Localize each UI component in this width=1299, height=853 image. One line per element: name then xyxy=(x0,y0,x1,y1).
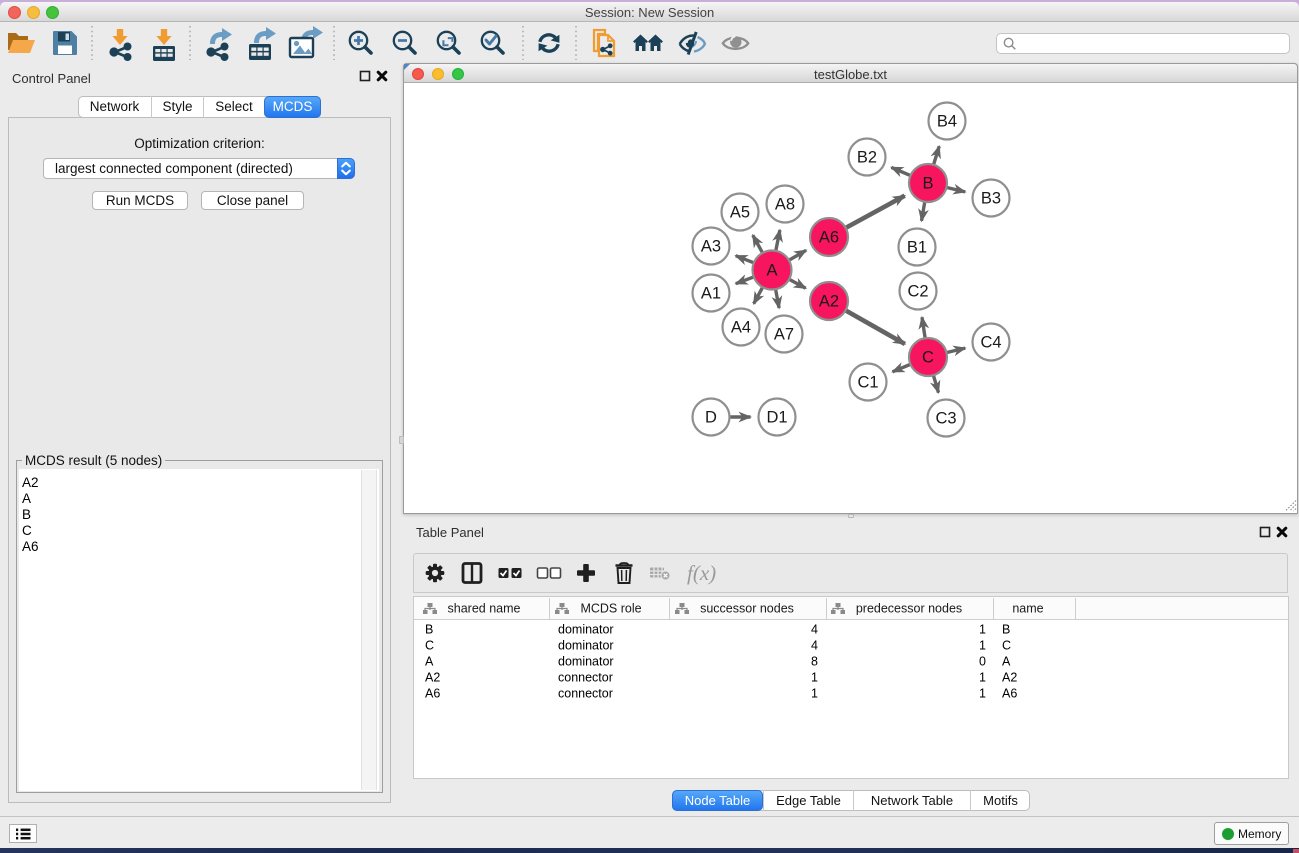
svg-text:C2: C2 xyxy=(907,283,928,301)
svg-text:A5: A5 xyxy=(730,204,750,222)
svg-text:B2: B2 xyxy=(857,149,877,167)
svg-text:B: B xyxy=(1002,623,1010,637)
svg-text:A7: A7 xyxy=(774,326,794,344)
svg-text:A1: A1 xyxy=(701,285,721,303)
svg-text:1: 1 xyxy=(979,623,986,637)
svg-text:A: A xyxy=(1002,655,1011,669)
svg-text:B: B xyxy=(922,175,933,193)
svg-text:name: name xyxy=(1012,602,1043,616)
svg-text:B4: B4 xyxy=(937,113,957,131)
svg-text:dominator: dominator xyxy=(558,623,614,637)
svg-text:f(x): f(x) xyxy=(687,561,716,585)
svg-text:connector: connector xyxy=(558,687,613,701)
svg-text:A2: A2 xyxy=(819,293,839,311)
svg-text:A2: A2 xyxy=(425,671,440,685)
svg-text:1: 1 xyxy=(979,687,986,701)
svg-text:C: C xyxy=(922,349,934,367)
svg-text:1: 1 xyxy=(979,639,986,653)
svg-text:A2: A2 xyxy=(1002,671,1017,685)
svg-text:0: 0 xyxy=(979,655,986,669)
svg-text:B1: B1 xyxy=(907,239,927,257)
svg-text:A: A xyxy=(766,262,777,280)
svg-text:A6: A6 xyxy=(425,687,440,701)
svg-text:A6: A6 xyxy=(1002,687,1017,701)
svg-text:B: B xyxy=(425,623,433,637)
svg-text:C: C xyxy=(1002,639,1011,653)
svg-text:A4: A4 xyxy=(731,319,751,337)
svg-text:C: C xyxy=(425,639,434,653)
svg-text:C3: C3 xyxy=(935,410,956,428)
svg-text:A3: A3 xyxy=(701,238,721,256)
svg-text:1: 1 xyxy=(811,687,818,701)
svg-text:A8: A8 xyxy=(775,196,795,214)
svg-text:1: 1 xyxy=(979,671,986,685)
svg-text:C4: C4 xyxy=(980,334,1001,352)
svg-text:predecessor nodes: predecessor nodes xyxy=(856,602,962,616)
svg-text:D: D xyxy=(705,409,717,427)
svg-text:C1: C1 xyxy=(857,374,878,392)
svg-text:4: 4 xyxy=(811,623,818,637)
svg-text:B3: B3 xyxy=(981,190,1001,208)
svg-text:A: A xyxy=(425,655,434,669)
svg-text:1: 1 xyxy=(811,671,818,685)
svg-text:MCDS role: MCDS role xyxy=(580,602,641,616)
svg-text:D1: D1 xyxy=(766,409,787,427)
svg-text:dominator: dominator xyxy=(558,639,614,653)
svg-text:dominator: dominator xyxy=(558,655,614,669)
svg-text:A6: A6 xyxy=(819,229,839,247)
svg-text:shared name: shared name xyxy=(448,602,521,616)
svg-text:successor nodes: successor nodes xyxy=(700,602,794,616)
svg-text:8: 8 xyxy=(811,655,818,669)
svg-text:connector: connector xyxy=(558,671,613,685)
svg-text:4: 4 xyxy=(811,639,818,653)
